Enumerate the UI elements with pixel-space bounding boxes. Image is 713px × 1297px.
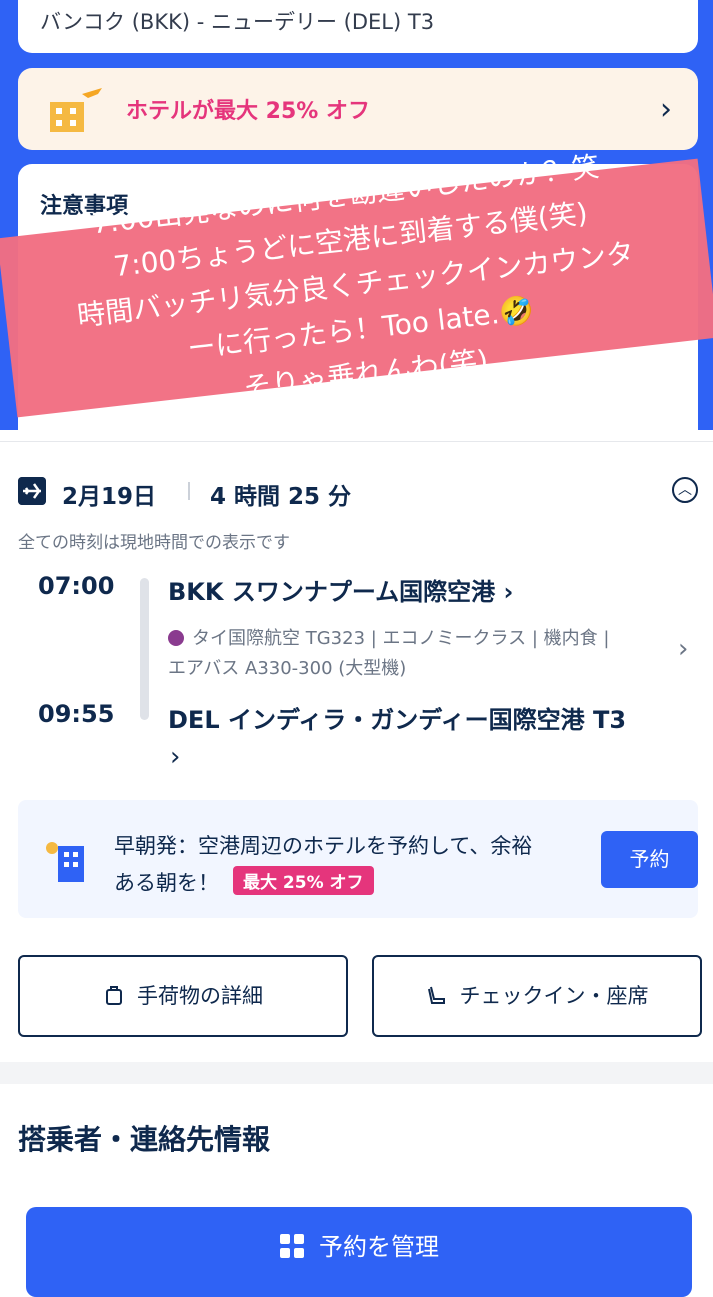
manage-booking-button[interactable]: 予約を管理 (26, 1207, 692, 1297)
route-card: バンコク (BKK) - ニューデリー (DEL) T3 (18, 0, 698, 53)
arrival-airport-link[interactable]: DEL インディラ・ガンディー国際空港 T3 (168, 700, 626, 735)
hotel-plane-icon (50, 88, 102, 132)
timezone-note: 全ての時刻は現地時間での表示です (18, 533, 290, 553)
manage-booking-label: 予約を管理 (319, 1233, 439, 1261)
discount-badge: 最大 25% オフ (233, 866, 374, 895)
airline-logo-icon (168, 630, 184, 646)
route-text: バンコク (BKK) - ニューデリー (DEL) T3 (40, 10, 435, 34)
hotel-offer-line2: ある朝を！ (114, 871, 219, 895)
hotel-offer-card: 早朝発：空港周辺のホテルを予約して、余裕 ある朝を！ 最大 25% オフ 予約 (18, 800, 698, 918)
checkin-label: チェックイン・座席 (459, 984, 649, 1008)
flight-info[interactable]: タイ国際航空 TG323 | エコノミークラス | 機内食 | (168, 624, 609, 650)
hotel-offer-text-2: ある朝を！ 最大 25% オフ (114, 866, 374, 897)
baggage-label: 手荷物の詳細 (137, 984, 263, 1008)
checkin-seat-button[interactable]: チェックイン・座席 (372, 955, 702, 1037)
reserve-hotel-button[interactable]: 予約 (601, 831, 698, 888)
timeline-bar (140, 578, 149, 720)
hotel-promo-banner[interactable]: ホテルが最大 25% オフ › (18, 68, 698, 150)
divider (188, 482, 190, 500)
flight-duration: 4 時間 25 分 (210, 484, 352, 510)
departure-time: 07:00 (38, 572, 115, 600)
baggage-details-button[interactable]: 手荷物の詳細 (18, 955, 348, 1037)
promo-text: ホテルが最大 25% オフ (126, 99, 370, 124)
departure-airport-link[interactable]: BKK スワンナプーム国際空港 › (168, 572, 513, 607)
flight-info-line1: タイ国際航空 TG323 | エコノミークラス | 機内食 | (192, 628, 610, 649)
passenger-section-title: 搭乗者・連絡先情報 (18, 1123, 271, 1156)
chevron-up-icon[interactable]: ︿ (672, 477, 698, 503)
hotel-offer-text: 早朝発：空港周辺のホテルを予約して、余裕 (114, 834, 533, 858)
seat-icon (427, 986, 445, 1004)
luggage-icon (106, 986, 122, 1005)
section-separator (0, 1062, 713, 1084)
grid-icon (280, 1234, 304, 1258)
airplane-icon (18, 477, 46, 505)
chevron-right-icon: › (660, 92, 672, 127)
chevron-right-icon[interactable]: › (678, 634, 688, 664)
chevron-right-icon[interactable]: › (170, 742, 180, 772)
arrival-time: 09:55 (38, 700, 115, 728)
flight-date: 2月19日 (62, 484, 157, 510)
hotel-building-icon (46, 842, 84, 882)
aircraft-info: エアバス A330-300 (大型機) (168, 658, 407, 679)
